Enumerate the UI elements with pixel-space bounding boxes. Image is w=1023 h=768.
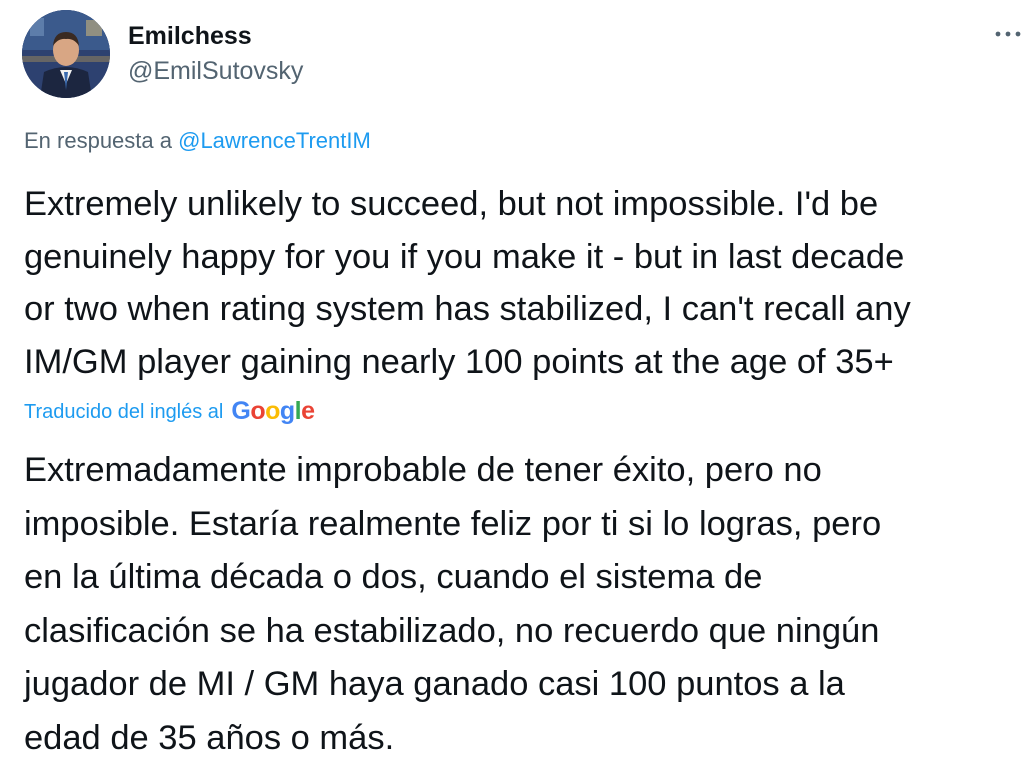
google-logo: Google [231, 397, 315, 426]
google-logo-letter: G [231, 397, 251, 425]
reply-prefix: En respuesta a [24, 128, 172, 153]
translated-text-line: clasificación se ha estabilizado, no rec… [24, 611, 880, 650]
original-text-line: genuinely happy for you if you make it -… [24, 237, 905, 276]
google-logo-letter: g [279, 397, 295, 425]
translated-text-line: Extremadamente improbable de tener éxito… [24, 451, 822, 489]
translation-note: Traducido del inglés al [24, 401, 224, 423]
original-text-line: or two when rating system has stabilized… [24, 290, 911, 328]
translated-text-line: jugador de MI / GM haya ganado casi 100 … [24, 665, 845, 703]
translated-text-line: edad de 35 años o más. [24, 718, 395, 757]
google-logo-letter: e [301, 397, 315, 425]
more-options-button[interactable] [993, 14, 1023, 44]
reply-mention-link[interactable]: @LawrenceTrentIM [178, 128, 371, 153]
translated-text-line: imposible. Estaría realmente feliz por t… [24, 504, 882, 543]
reply-context: En respuesta a @LawrenceTrentIM [24, 128, 371, 154]
original-text-line: Extremely unlikely to succeed, but not i… [24, 185, 879, 223]
profile-photo-icon [22, 10, 110, 98]
tweet: Emilchess @EmilSutovsky En respuesta a @… [0, 0, 1023, 768]
author-handle[interactable]: @EmilSutovsky [128, 57, 303, 86]
translation-attribution[interactable]: Traducido del inglés al Google [24, 397, 315, 427]
avatar[interactable] [22, 10, 110, 98]
translated-text-line: en la última década o dos, cuando el sis… [24, 558, 763, 596]
author-display-name[interactable]: Emilchess [128, 22, 252, 51]
original-text-line: IM/GM player gaining nearly 100 points a… [24, 342, 894, 381]
google-logo-letter: o [250, 397, 266, 425]
tweet-translated-text: Extremadamente improbable de tener éxito… [24, 444, 1014, 765]
more-horizontal-icon [995, 31, 1021, 37]
google-logo-letter: o [265, 397, 280, 425]
tweet-original-text: Extremely unlikely to succeed, but not i… [24, 178, 1023, 388]
